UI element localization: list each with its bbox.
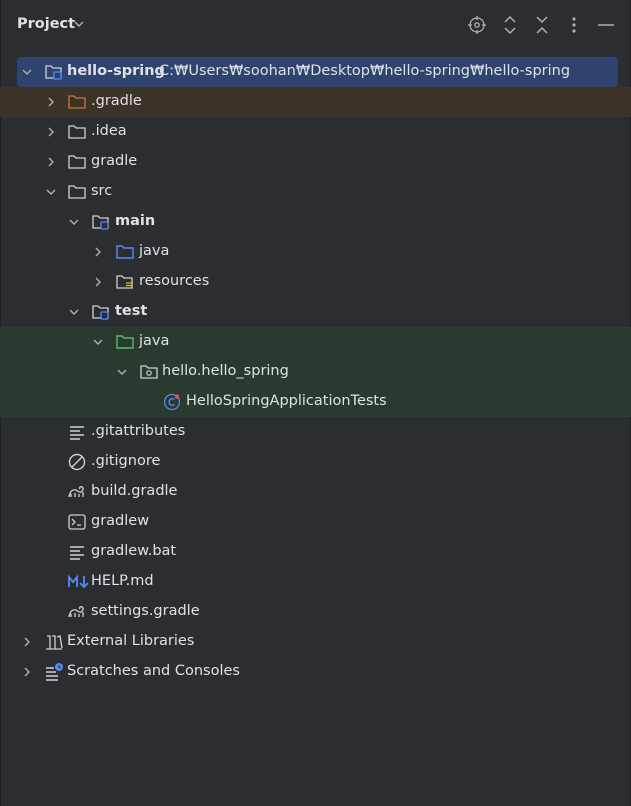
tree-item-label: HELP.md xyxy=(91,573,154,589)
chevron-down-icon[interactable] xyxy=(114,364,130,380)
chevron-down-icon[interactable] xyxy=(90,334,106,350)
tree-item-settings-gradle[interactable]: settings.gradle xyxy=(0,597,631,627)
tree-item-main[interactable]: main xyxy=(0,207,631,237)
tree-item-label: hello-spring xyxy=(67,63,165,79)
tree-item-gradlew[interactable]: gradlew xyxy=(0,507,631,537)
expand-all-icon[interactable] xyxy=(498,13,522,37)
excluded-folder-icon xyxy=(67,92,87,112)
tree-item-label: main xyxy=(115,213,156,229)
module-folder-icon xyxy=(91,302,111,322)
chevron-right-icon[interactable] xyxy=(19,664,35,680)
chevron-right-icon[interactable] xyxy=(19,634,35,650)
module-folder-icon xyxy=(91,212,111,232)
chevron-right-icon[interactable] xyxy=(90,274,106,290)
terminal-icon xyxy=(67,512,87,532)
tree-item-test-java[interactable]: java xyxy=(0,327,631,357)
text-file-icon xyxy=(67,542,87,562)
tree-item-package[interactable]: hello.hello_spring xyxy=(0,357,631,387)
minimize-icon[interactable] xyxy=(594,13,618,37)
tree-item-scratches[interactable]: Scratches and Consoles xyxy=(0,657,631,687)
tree-item-src[interactable]: src xyxy=(0,177,631,207)
tree-item-gitignore[interactable]: .gitignore xyxy=(0,447,631,477)
scratches-icon xyxy=(44,662,64,682)
gradle-icon xyxy=(67,602,87,622)
tree-item-label: gradlew.bat xyxy=(91,543,177,559)
gradle-icon xyxy=(67,482,87,502)
ignore-file-icon xyxy=(67,452,87,472)
folder-icon xyxy=(67,182,87,202)
tree-item-label: src xyxy=(91,183,113,199)
tree-root-hello-spring[interactable]: hello-spring C:₩Users₩soohan₩Desktop₩hel… xyxy=(17,57,618,87)
tree-item-help-md[interactable]: HELP.md xyxy=(0,567,631,597)
chevron-right-icon[interactable] xyxy=(90,244,106,260)
tree-item-label: .gradle xyxy=(91,93,142,109)
chevron-down-icon[interactable] xyxy=(66,304,82,320)
tree-item-resources[interactable]: resources xyxy=(0,267,631,297)
tree-item-label: Scratches and Consoles xyxy=(67,663,240,679)
tree-item-label: settings.gradle xyxy=(91,603,200,619)
project-tool-window-header: Project xyxy=(0,0,631,52)
tree-item-label: .gitignore xyxy=(91,453,161,469)
tree-item-gradlew-bat[interactable]: gradlew.bat xyxy=(0,537,631,567)
chevron-down-icon[interactable] xyxy=(66,214,82,230)
text-file-icon xyxy=(67,422,87,442)
folder-icon xyxy=(67,122,87,142)
tool-window-title[interactable]: Project xyxy=(17,16,75,32)
tree-item-label: gradle xyxy=(91,153,138,169)
tree-item-test[interactable]: test xyxy=(0,297,631,327)
library-icon xyxy=(44,632,64,652)
chevron-right-icon[interactable] xyxy=(43,154,59,170)
tree-item-external-libraries[interactable]: External Libraries xyxy=(0,627,631,657)
tree-item-label: resources xyxy=(139,273,210,289)
root-path: C:₩Users₩soohan₩Desktop₩hello-spring₩hel… xyxy=(159,63,571,79)
test-source-folder-icon xyxy=(115,332,135,352)
tree-item-dot-gradle[interactable]: .gradle xyxy=(0,87,631,117)
tree-item-build-gradle[interactable]: build.gradle xyxy=(0,477,631,507)
folder-icon xyxy=(67,152,87,172)
source-folder-icon xyxy=(115,242,135,262)
chevron-right-icon[interactable] xyxy=(43,94,59,110)
tree-item-idea[interactable]: .idea xyxy=(0,117,631,147)
chevron-down-icon[interactable] xyxy=(43,184,59,200)
package-icon xyxy=(139,362,159,382)
module-folder-icon xyxy=(44,62,64,82)
chevron-right-icon[interactable] xyxy=(43,124,59,140)
tree-item-test-class[interactable]: HelloSpringApplicationTests xyxy=(0,387,631,417)
markdown-icon xyxy=(67,572,91,592)
collapse-all-icon[interactable] xyxy=(530,13,554,37)
tree-item-label: HelloSpringApplicationTests xyxy=(186,393,387,409)
tree-item-label: build.gradle xyxy=(91,483,178,499)
tree-item-label: java xyxy=(139,333,170,349)
chevron-down-icon[interactable] xyxy=(73,17,85,35)
tree-item-main-java[interactable]: java xyxy=(0,237,631,267)
tree-item-label: hello.hello_spring xyxy=(162,363,289,379)
resources-folder-icon xyxy=(115,272,135,292)
tree-item-gitattributes[interactable]: .gitattributes xyxy=(0,417,631,447)
tree-item-label: java xyxy=(139,243,170,259)
tree-item-label: gradlew xyxy=(91,513,150,529)
tree-item-label: .gitattributes xyxy=(91,423,186,439)
test-class-icon xyxy=(162,392,182,412)
locate-icon[interactable] xyxy=(465,13,489,37)
tree-item-label: test xyxy=(115,303,148,319)
chevron-down-icon[interactable] xyxy=(19,64,35,80)
tree-item-label: External Libraries xyxy=(67,633,195,649)
tree-item-label: .idea xyxy=(91,123,127,139)
tree-item-gradle[interactable]: gradle xyxy=(0,147,631,177)
more-options-icon[interactable] xyxy=(562,13,586,37)
